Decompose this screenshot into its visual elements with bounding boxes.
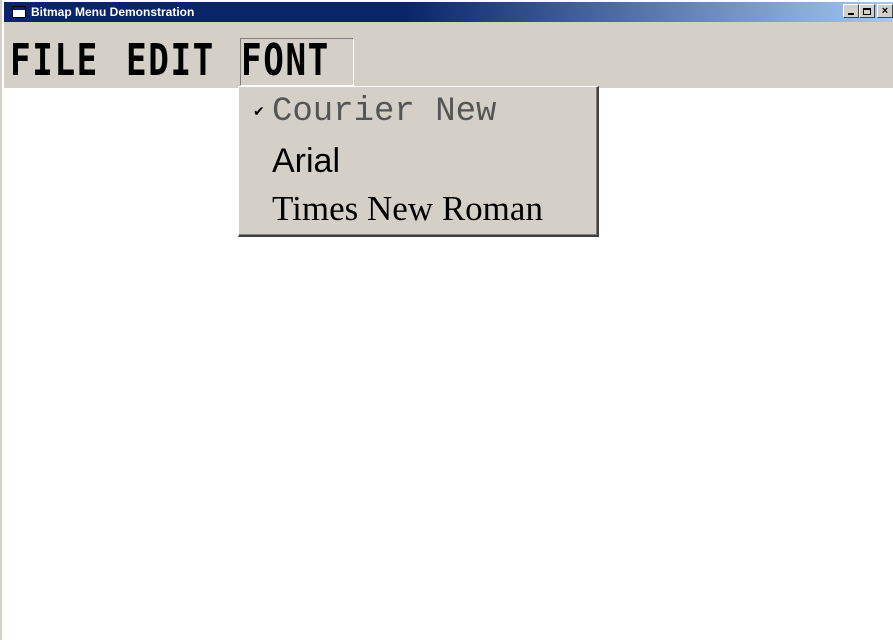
title-bar-buttons: × bbox=[843, 4, 893, 18]
menu-item-arial[interactable]: Arial bbox=[239, 139, 597, 187]
menu-item-times-new-roman[interactable]: Times New Roman bbox=[239, 187, 597, 235]
maximize-button[interactable] bbox=[859, 4, 875, 18]
menu-item-courier-new[interactable]: ✔ Courier New bbox=[239, 90, 597, 138]
menu-bar: FILE EDIT FONT bbox=[4, 22, 893, 88]
font-dropdown-menu: ✔ Courier New Arial Times New Roman bbox=[238, 86, 599, 237]
app-window: Bitmap Menu Demonstration × FILE EDIT FO… bbox=[0, 0, 893, 640]
title-bar[interactable]: Bitmap Menu Demonstration × bbox=[4, 2, 893, 22]
minimize-button[interactable] bbox=[843, 4, 859, 18]
menu-item-label: Courier New bbox=[272, 93, 497, 131]
menu-edit[interactable]: EDIT bbox=[126, 37, 215, 85]
minimize-icon bbox=[848, 13, 854, 15]
menu-file[interactable]: FILE bbox=[10, 37, 99, 85]
app-window-icon[interactable] bbox=[12, 6, 26, 18]
maximize-icon bbox=[863, 7, 871, 15]
menu-item-label: Arial bbox=[272, 142, 341, 180]
close-icon: × bbox=[881, 4, 889, 17]
menu-item-label: Times New Roman bbox=[272, 189, 543, 228]
menu-font[interactable]: FONT bbox=[241, 37, 330, 85]
checkmark-icon: ✔ bbox=[253, 104, 265, 120]
close-button[interactable]: × bbox=[877, 4, 893, 18]
window-title: Bitmap Menu Demonstration bbox=[31, 5, 195, 19]
